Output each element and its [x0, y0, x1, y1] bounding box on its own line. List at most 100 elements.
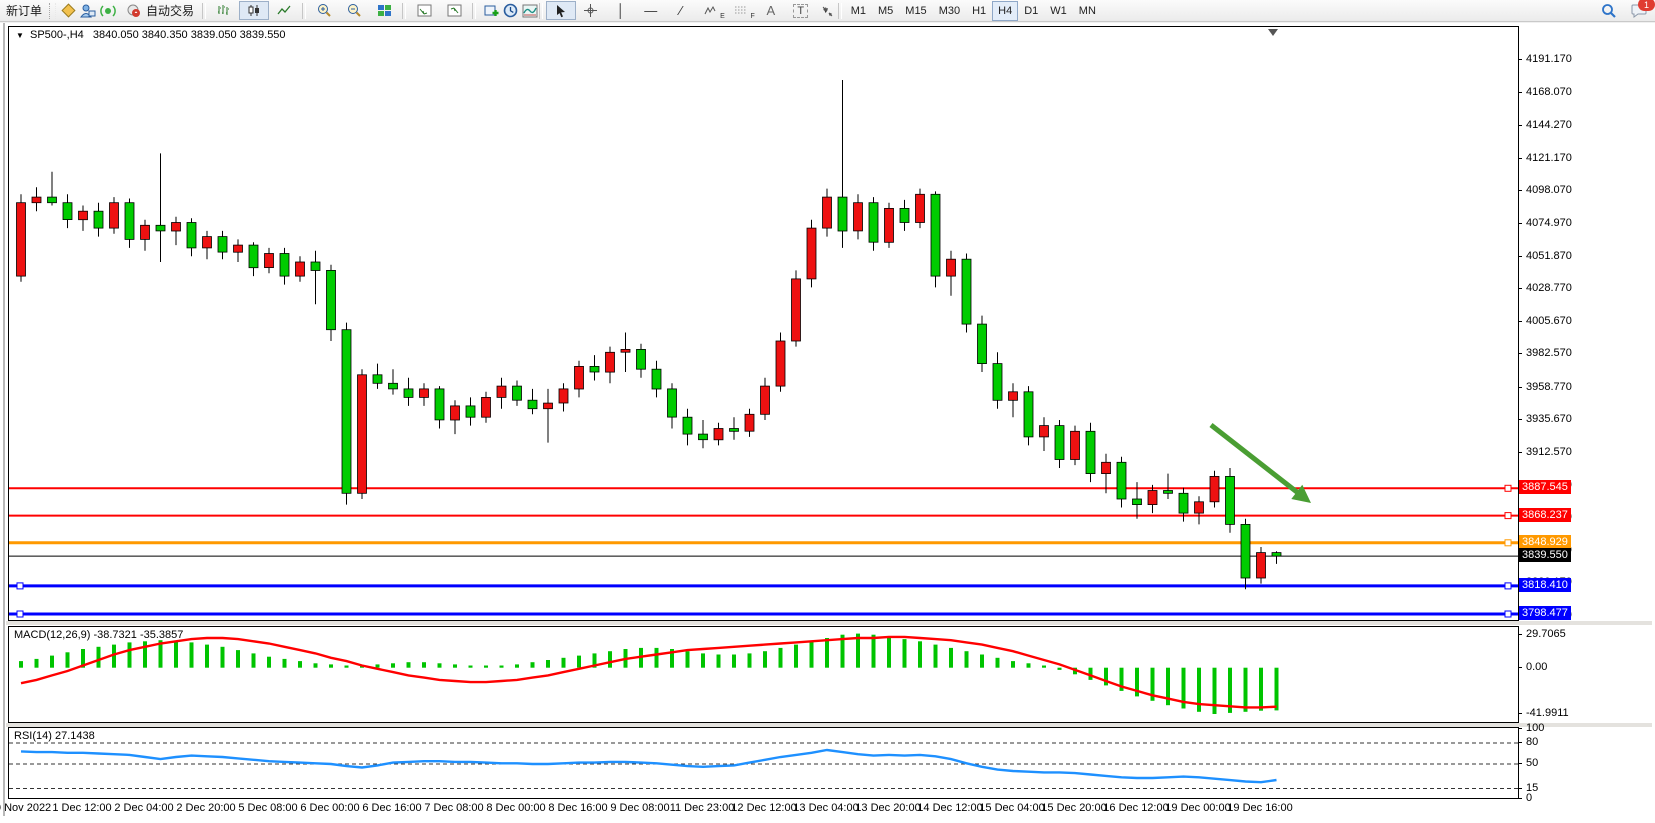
axis-tick-label: 50 [1526, 757, 1538, 769]
arrows-tool-button[interactable]: ▼ [816, 0, 835, 21]
macd-panel[interactable] [8, 626, 1519, 723]
toolbar-grip [49, 3, 56, 19]
axis-tick [1518, 223, 1522, 224]
candle-body [327, 270, 336, 329]
candle-body [931, 194, 940, 276]
rsi-indicator-label: RSI(14) 27.1438 [14, 730, 95, 742]
line-handle[interactable] [1505, 540, 1511, 546]
bar-chart-type-icon[interactable] [209, 1, 239, 20]
candle-body [218, 237, 227, 253]
candle-body [125, 203, 134, 240]
new-order-button[interactable]: 新订单 [1, 1, 47, 20]
axis-tick-label: 4074.970 [1526, 217, 1572, 229]
candle-body [420, 389, 429, 398]
horizontal-line-tool-icon[interactable]: — [636, 1, 666, 20]
rsi-line [21, 750, 1277, 782]
add-indicator-button[interactable]: ▼ [479, 0, 498, 21]
accounts-icon[interactable] [78, 2, 98, 19]
timeframe-m30[interactable]: M30 [933, 1, 966, 21]
rsi-panel[interactable] [8, 727, 1519, 799]
cursor-tool-icon[interactable] [546, 1, 576, 20]
fibonacci-tool-icon[interactable]: F [726, 1, 756, 20]
annotation-arrow[interactable] [1211, 425, 1303, 497]
axis-tick [1518, 763, 1522, 764]
text-label-tool-icon[interactable]: T [786, 1, 816, 20]
timeframe-m15[interactable]: M15 [899, 1, 932, 21]
axis-tick [1518, 788, 1522, 789]
line-chart-type-icon[interactable] [269, 1, 299, 20]
candle-body [280, 254, 289, 277]
line-handle[interactable] [1505, 611, 1511, 617]
candlestick-chart-type-icon[interactable] [239, 1, 269, 20]
label-tool-glyph: T [793, 4, 808, 18]
elliott-wave-tool-icon[interactable]: E [696, 1, 726, 20]
timeframe-mn[interactable]: MN [1073, 1, 1102, 21]
panel-splitter[interactable] [6, 621, 1652, 625]
zoom-in-icon[interactable] [309, 1, 339, 20]
search-icon[interactable] [1599, 2, 1619, 19]
candle-body [1071, 431, 1080, 459]
axis-tick [1518, 288, 1522, 289]
chart-shift-marker[interactable] [1268, 29, 1278, 36]
timeframe-h4[interactable]: H4 [992, 1, 1018, 21]
autotrade-button[interactable]: 自动交易 [118, 1, 199, 20]
template-button[interactable]: ▼ [517, 0, 536, 21]
candle-body [1133, 499, 1142, 505]
indicator-list-icon[interactable] [439, 1, 469, 20]
tile-windows-icon[interactable] [369, 1, 399, 20]
price-tag: 3839.550 [1519, 548, 1571, 562]
text-tool-icon[interactable]: A [756, 1, 786, 20]
chat-notification-icon[interactable]: 1 [1629, 2, 1649, 19]
candle-body [885, 208, 894, 242]
timeframe-m1[interactable]: M1 [845, 1, 872, 21]
chart-dropdown-icon[interactable]: ▼ [16, 31, 24, 40]
period-button[interactable]: ▼ [498, 0, 517, 21]
candle-body [296, 262, 305, 276]
axis-tick-label: 80 [1526, 736, 1538, 748]
candle-body [435, 389, 444, 420]
candle-body [1195, 502, 1204, 513]
candle-body [1055, 426, 1064, 460]
timeframe-h1[interactable]: H1 [966, 1, 992, 21]
toolbar-separator [539, 3, 543, 19]
price-chart-canvas[interactable] [9, 27, 1518, 620]
candle-body [854, 203, 863, 231]
line-handle[interactable] [1505, 583, 1511, 589]
line-handle[interactable] [1505, 485, 1511, 491]
toolbar-separator [838, 3, 842, 19]
candle-body [451, 406, 460, 420]
price-tag: 3887.545 [1519, 480, 1571, 494]
candle-body [110, 203, 119, 228]
axis-tick-label: 4168.070 [1526, 86, 1572, 98]
toolbar-separator [202, 3, 206, 19]
timeframe-m5[interactable]: M5 [872, 1, 899, 21]
axis-tick [1518, 190, 1522, 191]
trendline-tool-icon[interactable]: ∕ [666, 1, 696, 20]
line-handle[interactable] [1505, 513, 1511, 519]
candle-body [1086, 431, 1095, 473]
axis-tick [1518, 158, 1522, 159]
candle-body [1102, 462, 1111, 473]
candle-body [962, 259, 971, 324]
line-handle[interactable] [17, 611, 23, 617]
candle-body [48, 197, 57, 203]
signals-icon[interactable] [98, 2, 118, 19]
vertical-line-tool-icon[interactable]: │ [606, 1, 636, 20]
indicator-window-icon[interactable] [409, 1, 439, 20]
candle-body [575, 366, 584, 389]
crosshair-tool-icon[interactable] [576, 1, 606, 20]
candle-body [606, 352, 615, 372]
axis-tick [1518, 419, 1522, 420]
main-price-panel[interactable] [8, 26, 1519, 621]
zoom-out-icon[interactable] [339, 1, 369, 20]
market-watch-icon[interactable] [58, 2, 78, 19]
candle-body [761, 386, 770, 414]
candle-body [1272, 553, 1281, 557]
macd-canvas[interactable] [9, 627, 1518, 722]
line-handle[interactable] [17, 583, 23, 589]
candle-body [187, 223, 196, 248]
candle-body [559, 389, 568, 403]
timeframe-w1[interactable]: W1 [1044, 1, 1073, 21]
rsi-canvas[interactable] [9, 728, 1518, 798]
timeframe-d1[interactable]: D1 [1018, 1, 1044, 21]
